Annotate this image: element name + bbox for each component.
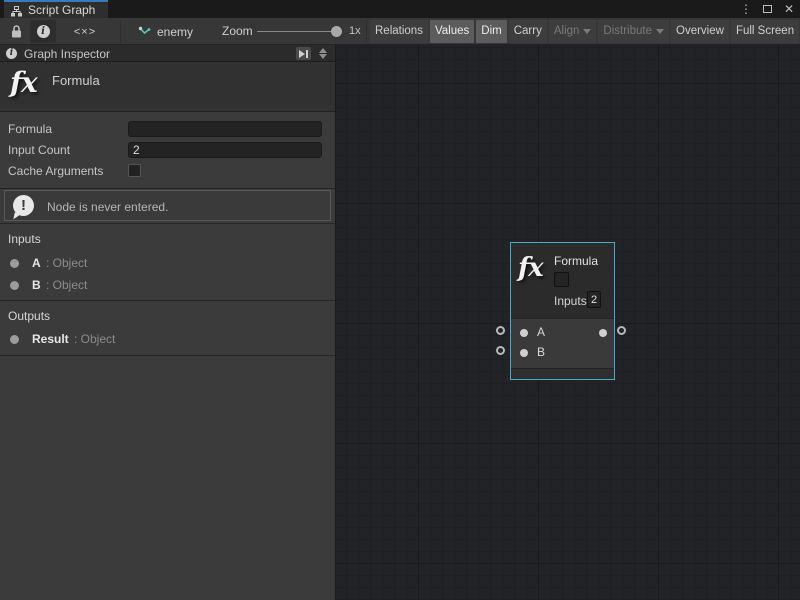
warning-box: ! Node is never entered. — [4, 190, 331, 221]
input-count-label: Input Count — [8, 143, 70, 157]
relations-button[interactable]: Relations — [370, 20, 428, 43]
distribute-button[interactable]: Distribute — [598, 20, 669, 43]
info-icon: i — [6, 48, 17, 59]
overview-button[interactable]: Overview — [671, 20, 729, 43]
formula-field-row: Formula — [0, 119, 335, 140]
output-port-result-icon[interactable] — [599, 329, 607, 337]
port-dot-icon — [10, 335, 19, 344]
inspector-header-bar: i Graph Inspector — [0, 45, 335, 62]
chevron-down-icon — [656, 29, 664, 34]
close-icon[interactable]: ✕ — [782, 0, 796, 18]
input-port-a-icon[interactable] — [520, 329, 528, 337]
port-name: B — [32, 278, 41, 292]
formula-fx-icon: fx — [10, 66, 37, 99]
formula-fx-icon: fx — [518, 253, 543, 283]
graph-reference[interactable]: enemy — [138, 20, 193, 43]
full-screen-button[interactable]: Full Screen — [731, 20, 799, 43]
node-title: Formula — [554, 254, 598, 268]
formula-node-footer — [511, 368, 614, 379]
carry-button[interactable]: Carry — [509, 20, 547, 43]
port-connector-ring-b[interactable] — [496, 346, 505, 355]
cache-arguments-label: Cache Arguments — [8, 164, 103, 178]
tab-title: Script Graph — [28, 3, 95, 17]
maximize-icon[interactable] — [763, 5, 772, 13]
port-name: A — [32, 256, 41, 270]
cache-arguments-checkbox[interactable] — [128, 164, 141, 177]
port-connector-ring-a[interactable] — [496, 326, 505, 335]
formula-node[interactable]: fx Formula Inputs 2 A B — [510, 242, 615, 380]
graph-icon — [11, 6, 22, 17]
input-port-row-b: B : Object — [0, 276, 335, 294]
window-controls: ⋮ ✕ — [739, 0, 796, 18]
toolbar-separator — [366, 20, 367, 43]
zoom-value-label: 1x — [349, 18, 361, 45]
port-dot-icon — [10, 259, 19, 268]
input-count-field-row: Input Count — [0, 140, 335, 161]
node-formula-input[interactable] — [554, 272, 569, 287]
unit-fields: Formula Input Count Cache Arguments — [0, 112, 335, 189]
port-dot-icon — [10, 281, 19, 290]
code-view-button[interactable]: <×> — [65, 20, 105, 43]
align-button[interactable]: Align — [549, 20, 597, 43]
unit-title: Formula — [52, 73, 100, 88]
lock-button[interactable] — [4, 20, 28, 43]
port-name: Result — [32, 332, 69, 346]
inputs-section: Inputs A : Object B : Object — [0, 224, 335, 301]
input-port-b-label: B — [537, 345, 545, 359]
collapse-spinner[interactable] — [317, 46, 329, 61]
distribute-label: Distribute — [603, 20, 652, 43]
formula-node-ports: A B — [511, 318, 614, 368]
chevron-down-icon — [583, 29, 591, 34]
output-port-row-result: Result : Object — [0, 330, 335, 348]
node-inputs-count-input[interactable]: 2 — [587, 291, 601, 308]
input-port-a-label: A — [537, 325, 545, 339]
zoom-label: Zoom — [222, 18, 253, 45]
inspector-empty-area — [0, 356, 335, 600]
graph-canvas[interactable]: fx Formula Inputs 2 A B — [335, 45, 800, 600]
selected-unit-header: fx Formula — [0, 62, 335, 112]
tab-script-graph[interactable]: Script Graph — [4, 0, 108, 18]
zoom-slider-track[interactable] — [257, 31, 337, 32]
node-inputs-label: Inputs — [554, 294, 587, 308]
inspector-toggle-button[interactable]: i — [30, 20, 56, 43]
inputs-header: Inputs — [8, 232, 41, 246]
formula-node-header: fx Formula Inputs 2 — [511, 243, 614, 318]
lock-icon — [11, 25, 22, 38]
arrow-up-icon — [319, 48, 327, 53]
window-tab-bar: Script Graph ⋮ ✕ — [0, 0, 800, 18]
dock-button[interactable] — [296, 47, 311, 60]
formula-field-label: Formula — [8, 122, 52, 136]
graph-toolbar: i <×> enemy Zoom 1x Relations Values Dim… — [0, 18, 800, 45]
menu-kebab-icon[interactable]: ⋮ — [739, 0, 753, 18]
dock-icon — [298, 49, 309, 59]
graph-name-label: enemy — [157, 25, 193, 39]
input-port-row-a: A : Object — [0, 254, 335, 272]
formula-input[interactable] — [128, 121, 322, 137]
align-label: Align — [554, 20, 580, 43]
graph-reference-icon — [138, 26, 151, 38]
toolbar-separator — [120, 20, 121, 43]
toolbar-mode-buttons: Relations Values Dim Carry Align Distrib… — [370, 20, 799, 43]
info-icon: i — [37, 25, 50, 38]
outputs-section: Outputs Result : Object — [0, 301, 335, 356]
zoom-slider-handle[interactable] — [331, 26, 342, 37]
inspector-title: Graph Inspector — [24, 47, 110, 61]
cache-arguments-field-row: Cache Arguments — [0, 161, 335, 182]
values-button[interactable]: Values — [430, 20, 474, 43]
warning-bubble-icon: ! — [13, 195, 34, 216]
dim-button[interactable]: Dim — [476, 20, 506, 43]
port-connector-ring-result[interactable] — [617, 326, 626, 335]
graph-inspector-panel: i Graph Inspector fx Formula Formula Inp… — [0, 45, 335, 600]
input-count-input[interactable] — [128, 142, 322, 158]
arrow-down-icon — [319, 54, 327, 59]
outputs-header: Outputs — [8, 309, 50, 323]
input-port-b-icon[interactable] — [520, 349, 528, 357]
warning-text: Node is never entered. — [47, 200, 168, 214]
port-type: : Object — [46, 256, 87, 270]
warning-zone: ! Node is never entered. — [0, 189, 335, 224]
port-type: : Object — [46, 278, 87, 292]
port-type: : Object — [74, 332, 115, 346]
